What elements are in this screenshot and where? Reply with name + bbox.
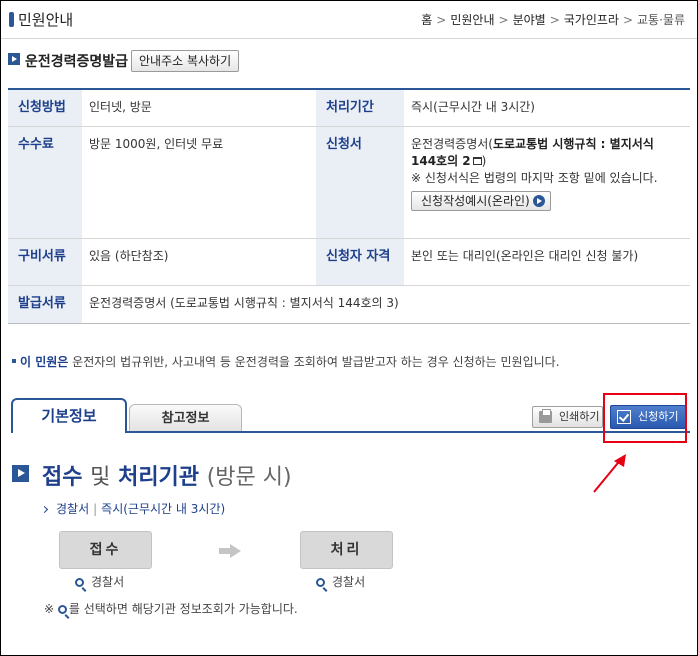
highlight-box [603, 393, 687, 443]
print-button[interactable]: 인쇄하기 [532, 406, 603, 428]
magnifier-icon [57, 605, 67, 614]
breadcrumb: 홈 > 민원안내 > 분야별 > 국가인프라 > 교통·물류 [421, 13, 685, 27]
table-row: 신청방법 인터넷, 방문 처리기간 즉시(근무시간 내 3시간) [8, 89, 690, 127]
notice-text: 운전자의 법규위반, 사고내역 등 운전경력을 조회하여 발급받고자 하는 경우… [68, 355, 560, 369]
table-row: 수수료 방문 1000원, 인터넷 무료 신청서 운전경력증명서(도로교통법 시… [8, 126, 690, 239]
copy-address-button[interactable]: 안내주소 복사하기 [131, 50, 240, 72]
qual-label: 신청자 자격 [316, 238, 404, 286]
docs-label: 구비서류 [8, 238, 82, 286]
process-subline: 경찰서 | 즉시(근무시간 내 3시간) [40, 500, 226, 517]
tab-basic-info[interactable]: 기본정보 [11, 398, 127, 433]
step-process-org[interactable]: 경찰서 [316, 573, 365, 590]
process-org: 경찰서 [56, 502, 90, 516]
service-title: 운전경력증명발급 [25, 54, 129, 70]
notice-line: 이 민원은 운전자의 법규위반, 사고내역 등 운전경력을 조회하여 발급받고자… [12, 353, 560, 370]
form-value-suffix: ) [481, 153, 487, 168]
method-label: 신청방법 [8, 89, 82, 127]
fee-label: 수수료 [8, 126, 82, 239]
page-title: 민원안내 [18, 11, 74, 29]
breadcrumb-category[interactable]: 분야별 [513, 13, 546, 27]
service-info-table: 신청방법 인터넷, 방문 처리기간 즉시(근무시간 내 3시간) 수수료 방문 … [8, 88, 690, 324]
issue-value: 운전경력증명서 (도로교통법 시행규칙 : 별지서식 144호의 3) [89, 295, 399, 310]
issue-label: 발급서류 [8, 285, 82, 323]
heading-arrow-icon [12, 465, 29, 482]
fee-value: 방문 1000원, 인터넷 무료 [82, 126, 316, 239]
notice-bullet [12, 359, 16, 363]
magnifier-icon[interactable] [75, 578, 84, 587]
table-row: 발급서류 운전경력증명서 (도로교통법 시행규칙 : 별지서식 144호의 3) [8, 285, 690, 323]
docs-value: 있음 (하단참조) [82, 238, 316, 286]
period-value: 즉시(근무시간 내 3시간) [404, 89, 690, 127]
example-button-label: 신청작성예시(온라인) [421, 193, 530, 208]
print-button-label: 인쇄하기 [559, 410, 600, 423]
form-cell: 운전경력증명서(도로교통법 시행규칙 : 별지서식 144호의 2) ※ 신청서… [404, 126, 690, 239]
qual-value: 본인 또는 대리인(온라인은 대리인 신청 불가) [404, 238, 690, 286]
form-note: ※ 신청서식은 법령의 마지막 조항 밑에 있습니다. [411, 170, 658, 185]
window-icon[interactable] [472, 157, 482, 165]
step-receive-org[interactable]: 경찰서 [75, 573, 124, 590]
period-label: 처리기간 [316, 89, 404, 127]
printer-icon [539, 409, 552, 423]
magnifier-icon[interactable] [316, 578, 325, 587]
breadcrumb-infra[interactable]: 국가인프라 [564, 13, 619, 27]
example-button[interactable]: 신청작성예시(온라인) [411, 190, 551, 211]
pointer-arrow-icon [593, 454, 626, 493]
chevron-right-icon [40, 505, 49, 514]
breadcrumb-home[interactable]: 홈 [421, 13, 432, 27]
step-arrow-icon [219, 544, 241, 558]
form-label: 신청서 [316, 126, 404, 239]
table-row: 구비서류 있음 (하단참조) 신청자 자격 본인 또는 대리인(온라인은 대리인… [8, 238, 690, 286]
go-arrow-icon [532, 194, 545, 207]
footnote: ※ 를 선택하면 해당기관 정보조회가 가능합니다. [44, 602, 298, 616]
method-value: 인터넷, 방문 [82, 89, 316, 127]
process-time: 즉시(근무시간 내 3시간) [101, 502, 226, 516]
top-bar: 민원안내 홈 > 민원안내 > 분야별 > 국가인프라 > 교통·물류 [1, 1, 697, 37]
breadcrumb-current: 교통·물류 [637, 13, 685, 27]
breadcrumb-guide[interactable]: 민원안내 [450, 13, 494, 27]
tab-reference-info[interactable]: 참고정보 [129, 404, 242, 431]
title-marker [9, 12, 14, 27]
notice-lead: 이 민원은 [20, 355, 69, 369]
header-divider [1, 38, 697, 39]
process-title: 접수 및 처리기관 (방문 시) [42, 465, 292, 490]
heading-arrow-icon [8, 53, 20, 65]
step-process: 처리 [300, 531, 393, 569]
step-receive: 접수 [59, 531, 152, 569]
form-value-prefix: 운전경력증명서( [411, 136, 493, 151]
